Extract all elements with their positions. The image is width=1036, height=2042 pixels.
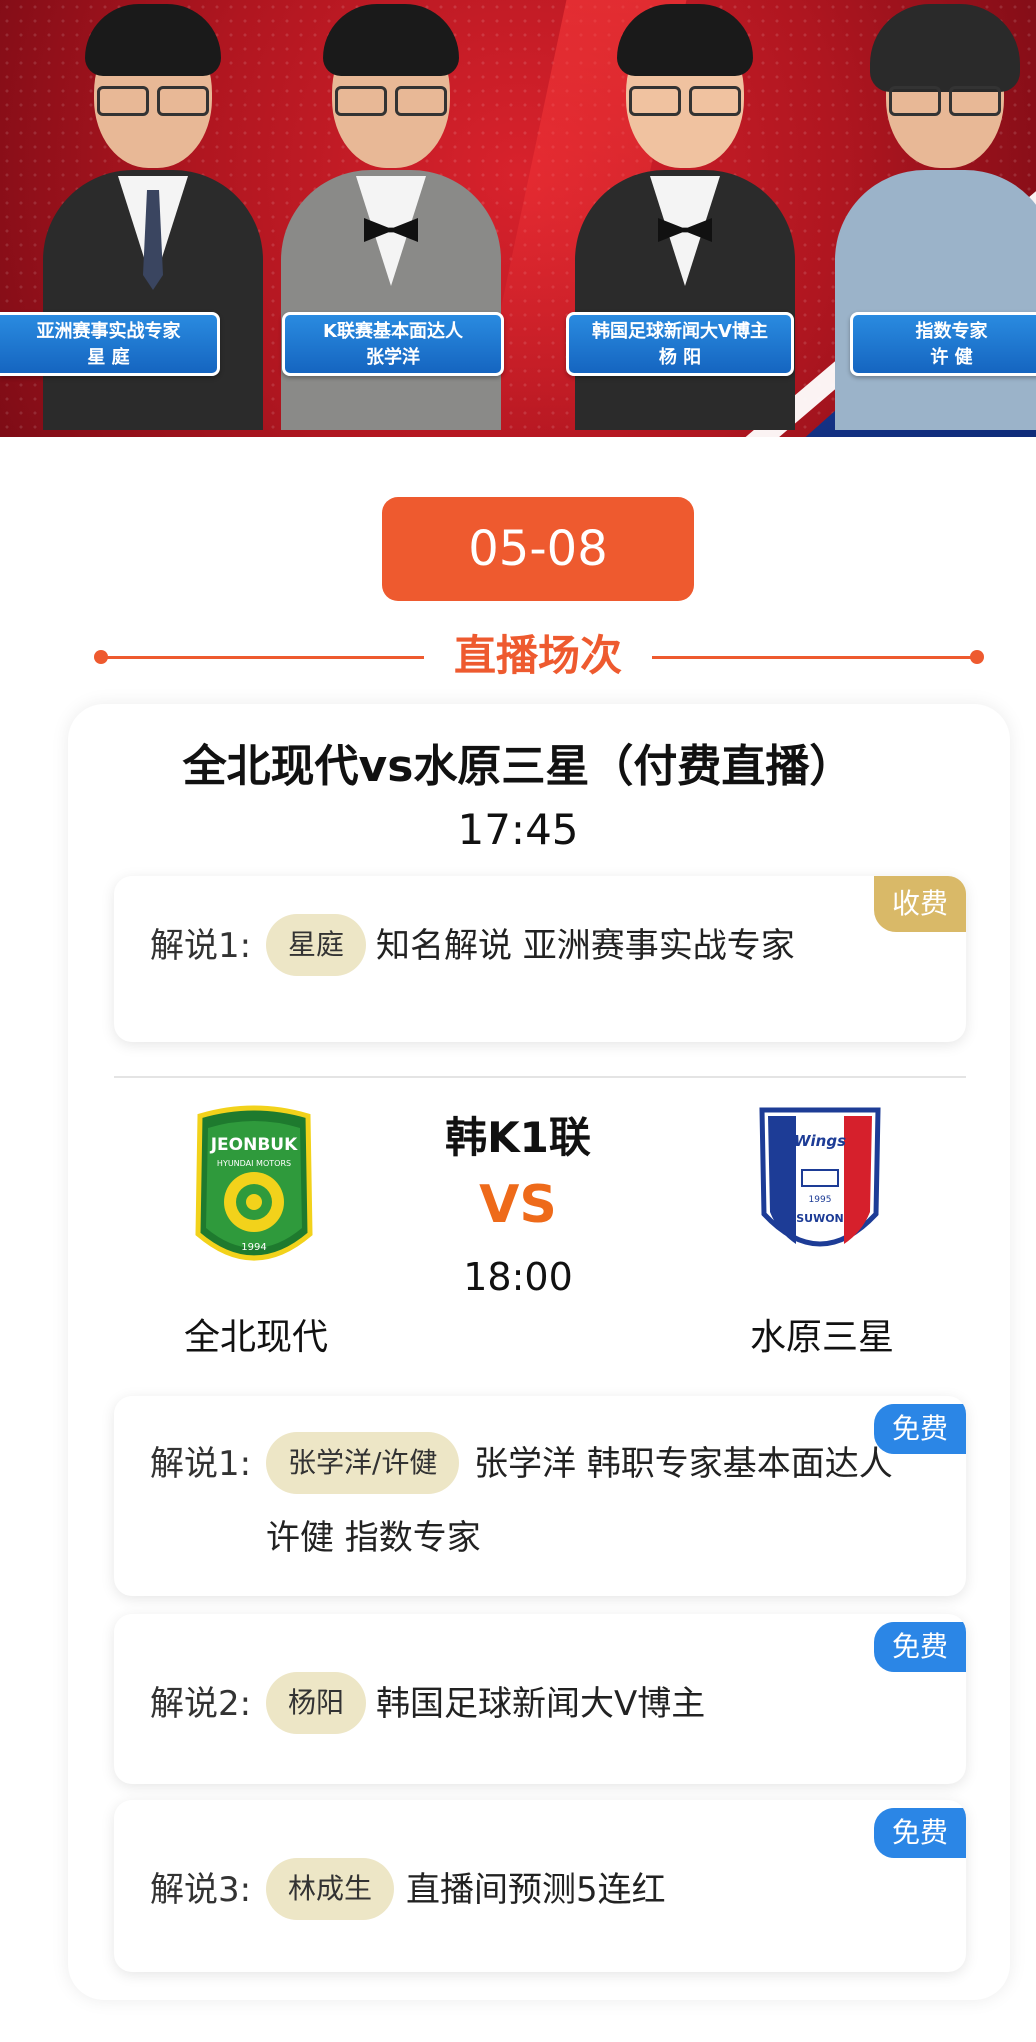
match-title: 全北现代vs水原三星（付费直播） bbox=[182, 741, 854, 792]
expert-title: K联赛基本面达人 bbox=[323, 321, 463, 342]
crest-sub: HYUNDAI MOTORS bbox=[217, 1159, 291, 1168]
commentary-card-3[interactable]: 免费 解说3: 林成生 直播间预测5连红 bbox=[114, 1800, 966, 1972]
commentator-desc: 知名解说 亚洲赛事实战专家 bbox=[376, 926, 795, 966]
expert-tag-1: 亚洲赛事实战专家 星 庭 bbox=[0, 312, 220, 376]
free-badge: 免费 bbox=[873, 1622, 966, 1672]
commentator-desc: 直播间预测5连红 bbox=[406, 1870, 666, 1910]
commentary-card-paid[interactable]: 收费 解说1: 星庭 知名解说 亚洲赛事实战专家 bbox=[114, 876, 966, 1042]
expert-name: 许 健 bbox=[930, 347, 973, 368]
crest-text: SUWON bbox=[796, 1212, 844, 1225]
commentary-label: 解说2: bbox=[150, 1684, 252, 1724]
commentary-card-1[interactable]: 免费 解说1: 张学洋/许健 张学洋 韩职专家基本面达人 许健 指数专家 bbox=[114, 1396, 966, 1596]
commentator-desc: 韩国足球新闻大V博主 bbox=[376, 1684, 706, 1724]
crest-text: JEONBUK bbox=[210, 1135, 298, 1155]
section-dot-right bbox=[970, 650, 984, 664]
jeonbuk-crest-icon: JEONBUK HYUNDAI MOTORS 1994 bbox=[195, 1105, 313, 1261]
free-badge: 免费 bbox=[873, 1808, 966, 1858]
expert-name: 杨 阳 bbox=[658, 347, 702, 368]
expert-name: 星 庭 bbox=[87, 347, 130, 368]
section-line-right bbox=[652, 656, 976, 659]
away-team-name: 水原三星 bbox=[749, 1317, 894, 1358]
expert-title: 指数专家 bbox=[915, 321, 988, 342]
vs-label: VS bbox=[479, 1175, 557, 1235]
home-team-name: 全北现代 bbox=[183, 1317, 328, 1358]
crest-brand: Wings bbox=[794, 1132, 846, 1150]
section-line-left bbox=[104, 656, 424, 659]
commentator-name-pill[interactable]: 张学洋/许健 bbox=[266, 1432, 460, 1494]
commentary-label: 解说3: bbox=[150, 1870, 252, 1910]
commentary-label: 解说1: bbox=[150, 926, 252, 966]
commentator-desc-second: 许健 指数专家 bbox=[266, 1518, 481, 1558]
commentary-label: 解说1: bbox=[150, 1444, 252, 1484]
date-badge: 05-08 bbox=[382, 497, 694, 601]
match-time: 17:45 bbox=[457, 805, 579, 854]
league-name: 韩K1联 bbox=[445, 1113, 591, 1162]
commentary-card-2[interactable]: 免费 解说2: 杨阳 韩国足球新闻大V博主 bbox=[114, 1614, 966, 1784]
experts-banner: 亚洲赛事实战专家 星 庭 K联赛基本面达人 张学洋 韩国足球新闻大V博主 杨 阳… bbox=[0, 0, 1036, 437]
kickoff-time: 18:00 bbox=[463, 1255, 573, 1299]
commentator-name-pill[interactable]: 杨阳 bbox=[266, 1672, 367, 1734]
paid-badge: 收费 bbox=[873, 876, 966, 932]
match-divider bbox=[114, 1076, 966, 1078]
commentator-desc: 张学洋 韩职专家基本面达人 bbox=[474, 1444, 893, 1484]
suwon-crest-icon: Wings 1995 SUWON bbox=[759, 1107, 881, 1247]
expert-tag-4: 指数专家 许 健 bbox=[850, 312, 1036, 376]
commentator-name-pill[interactable]: 星庭 bbox=[266, 914, 367, 976]
expert-title: 亚洲赛事实战专家 bbox=[36, 321, 181, 342]
crest-year: 1994 bbox=[241, 1242, 266, 1253]
crest-year: 1995 bbox=[809, 1195, 832, 1205]
expert-tag-2: K联赛基本面达人 张学洋 bbox=[282, 312, 504, 376]
expert-name: 张学洋 bbox=[366, 347, 420, 368]
section-title: 直播场次 bbox=[453, 631, 622, 680]
expert-title: 韩国足球新闻大V博主 bbox=[592, 321, 768, 342]
commentator-name-pill[interactable]: 林成生 bbox=[266, 1858, 395, 1920]
expert-tag-3: 韩国足球新闻大V博主 杨 阳 bbox=[566, 312, 794, 376]
